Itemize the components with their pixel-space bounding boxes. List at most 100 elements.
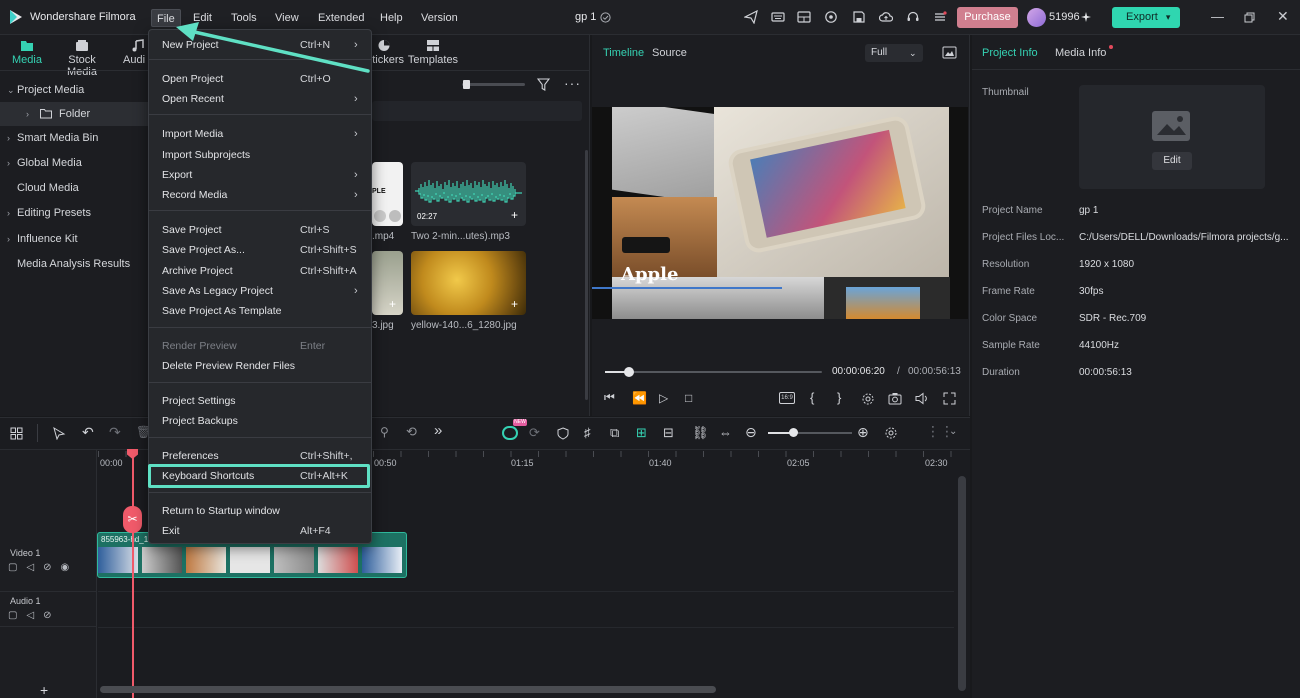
- layout-grid-icon[interactable]: [10, 427, 23, 440]
- restore-window-icon[interactable]: [1244, 12, 1255, 23]
- tab-project-info[interactable]: Project Info: [982, 47, 1038, 59]
- crop-icon[interactable]: ⧉: [610, 425, 619, 441]
- edit-thumbnail-button[interactable]: Edit: [1152, 152, 1192, 170]
- keyboard-icon[interactable]: [771, 10, 785, 24]
- mute-icon[interactable]: ◁: [26, 610, 34, 621]
- save-icon[interactable]: [852, 10, 866, 24]
- purchase-button[interactable]: Purchase: [957, 7, 1018, 28]
- mute-icon[interactable]: ◁: [26, 562, 34, 573]
- eye-icon[interactable]: ◉: [61, 562, 70, 573]
- menu-edit[interactable]: Edit: [188, 9, 217, 27]
- ai-spark-icon[interactable]: [824, 10, 838, 24]
- menu-item-save-legacy[interactable]: Save As Legacy Project ›: [149, 281, 371, 301]
- minimize-icon[interactable]: —: [1211, 9, 1224, 24]
- media-thumb-image[interactable]: +: [372, 251, 403, 315]
- menu-item-project-settings[interactable]: Project Settings: [149, 391, 371, 411]
- sidebar-item-smart-media-bin[interactable]: › Smart Media Bin: [0, 126, 150, 150]
- menu-extended[interactable]: Extended: [313, 9, 369, 27]
- tab-timeline-preview[interactable]: Timeline: [603, 47, 644, 59]
- mark-in-icon[interactable]: {: [810, 390, 814, 405]
- media-thumb-image[interactable]: +: [411, 251, 526, 315]
- sidebar-item-influence-kit[interactable]: › Influence Kit: [0, 227, 150, 251]
- timeline-horizontal-scrollbar[interactable]: [100, 686, 716, 693]
- layout-icon[interactable]: [797, 10, 811, 24]
- lock-icon[interactable]: ⊘: [43, 610, 51, 621]
- tab-media-info[interactable]: Media Info: [1055, 47, 1106, 59]
- menu-item-project-backups[interactable]: Project Backups: [149, 411, 371, 431]
- play-icon[interactable]: ▷: [659, 391, 685, 405]
- zoom-in-icon[interactable]: ⊕: [857, 424, 869, 441]
- media-thumb-audio[interactable]: 02:27 +: [411, 162, 526, 226]
- add-track-icon[interactable]: +: [40, 682, 48, 698]
- folder-icon[interactable]: ▢: [8, 562, 17, 573]
- sidebar-item-media-analysis[interactable]: Media Analysis Results: [0, 252, 160, 276]
- menu-item-save-as-template[interactable]: Save Project As Template: [149, 301, 371, 321]
- sidebar-item-folder[interactable]: › Folder: [0, 102, 150, 126]
- sidebar-item-cloud-media[interactable]: Cloud Media: [0, 176, 150, 200]
- tab-audio[interactable]: Audio: [115, 39, 145, 66]
- fullscreen-icon[interactable]: [943, 392, 956, 405]
- support-headset-icon[interactable]: [906, 10, 920, 24]
- link-icon[interactable]: ⛓: [692, 425, 709, 441]
- shield-icon[interactable]: [557, 427, 569, 440]
- info-value-files-location[interactable]: C:/Users/DELL/Downloads/Filmora projects…: [1079, 232, 1289, 243]
- playback-progress-track[interactable]: [605, 371, 822, 373]
- playhead-line[interactable]: [132, 450, 134, 698]
- more-options-icon[interactable]: ···: [564, 75, 581, 91]
- user-avatar[interactable]: [1027, 8, 1046, 27]
- menu-file[interactable]: File: [151, 9, 181, 27]
- menu-item-import-media[interactable]: Import Media ›: [149, 124, 371, 144]
- menu-version[interactable]: Version: [416, 9, 463, 27]
- menu-help[interactable]: Help: [375, 9, 408, 27]
- volume-icon[interactable]: [915, 392, 929, 405]
- sidebar-item-editing-presets[interactable]: › Editing Presets: [0, 201, 150, 225]
- aspect-ratio-icon[interactable]: 16:9: [779, 392, 795, 404]
- menu-item-save-project[interactable]: Save Project Ctrl+S: [149, 220, 371, 240]
- zoom-slider-handle[interactable]: [789, 428, 798, 437]
- menu-tools[interactable]: Tools: [226, 9, 262, 27]
- menu-item-delete-render-files[interactable]: Delete Preview Render Files: [149, 356, 371, 376]
- close-window-icon[interactable]: ✕: [1277, 8, 1289, 25]
- sidebar-item-global-media[interactable]: › Global Media: [0, 151, 150, 175]
- folder-icon[interactable]: ▢: [8, 610, 17, 621]
- snapshot-preview-icon[interactable]: [942, 46, 957, 59]
- step-back-icon[interactable]: ⏪: [632, 391, 659, 405]
- menu-item-return-to-startup[interactable]: Return to Startup window: [149, 501, 371, 521]
- scissors-icon[interactable]: ✂: [123, 506, 142, 533]
- timeline-settings-icon[interactable]: [884, 426, 898, 440]
- snap-magnet-icon[interactable]: ⊞: [636, 425, 647, 441]
- cloud-upload-icon[interactable]: [879, 10, 893, 24]
- menu-item-open-recent[interactable]: Open Recent ›: [149, 89, 371, 109]
- tab-templates[interactable]: Templates: [403, 39, 463, 66]
- stop-icon[interactable]: □: [685, 391, 711, 405]
- menu-view[interactable]: View: [270, 9, 304, 27]
- playhead-handle[interactable]: [127, 449, 138, 459]
- speed-tool-icon[interactable]: ⚲: [380, 425, 389, 439]
- prev-frame-icon[interactable]: ⏮: [604, 390, 632, 405]
- chevron-down-icon[interactable]: ⌄: [949, 426, 957, 437]
- sidebar-item-project-media[interactable]: ⌄ Project Media: [0, 78, 150, 102]
- fit-timeline-icon[interactable]: ⇔: [719, 425, 732, 440]
- add-to-timeline-icon[interactable]: +: [511, 297, 518, 311]
- menu-item-new-project[interactable]: New Project Ctrl+N ›: [149, 35, 371, 55]
- menu-item-preferences[interactable]: Preferences Ctrl+Shift+,: [149, 446, 371, 466]
- more-tools-chevron-icon[interactable]: »: [434, 422, 442, 439]
- redo-icon[interactable]: ↷: [109, 424, 121, 441]
- menu-item-save-project-as[interactable]: Save Project As... Ctrl+Shift+S: [149, 240, 371, 260]
- add-to-timeline-icon[interactable]: +: [511, 208, 518, 222]
- ai-portrait-icon[interactable]: ⟳: [529, 425, 540, 441]
- zoom-out-icon[interactable]: ⊖: [745, 424, 757, 441]
- menu-item-export[interactable]: Export ›: [149, 165, 371, 185]
- media-thumb-video[interactable]: PLE: [372, 162, 403, 226]
- send-icon[interactable]: [744, 10, 758, 24]
- menu-item-import-subprojects[interactable]: Import Subprojects: [149, 145, 371, 165]
- audio-mix-icon[interactable]: ♯: [584, 425, 591, 440]
- mark-out-icon[interactable]: }: [837, 390, 841, 405]
- settings-gear-icon[interactable]: [861, 392, 875, 406]
- search-bar[interactable]: [372, 101, 582, 121]
- auto-beat-icon[interactable]: ⟲: [406, 424, 417, 440]
- quality-select[interactable]: Full ⌄: [865, 44, 923, 62]
- add-to-timeline-icon[interactable]: +: [389, 297, 396, 311]
- playback-scrubber[interactable]: [623, 367, 634, 377]
- export-button[interactable]: Export ▾: [1112, 7, 1180, 28]
